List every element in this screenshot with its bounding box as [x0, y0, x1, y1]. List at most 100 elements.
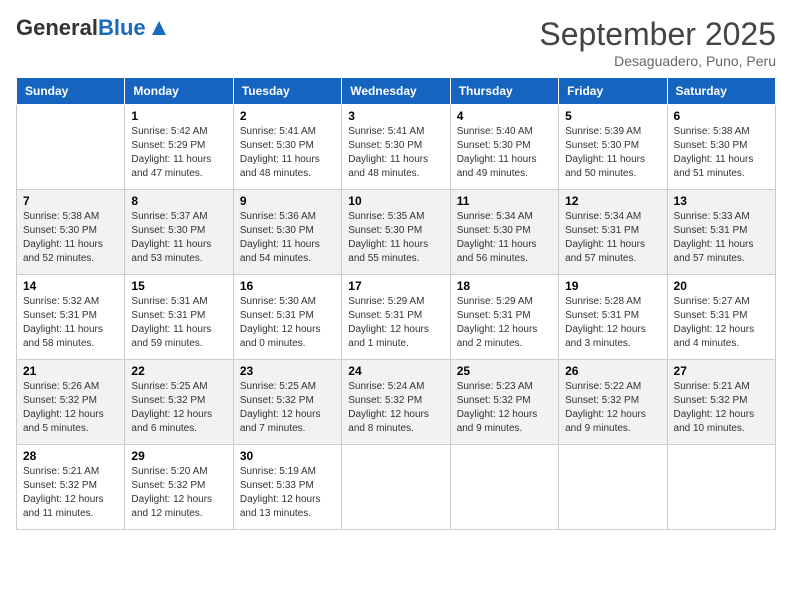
day-number: 10 [348, 194, 443, 208]
calendar-cell: 13 Sunrise: 5:33 AM Sunset: 5:31 PM Dayli… [667, 190, 775, 275]
day-info: Sunrise: 5:34 AM Sunset: 5:30 PM Dayligh… [457, 210, 552, 266]
location: Desaguadero, Puno, Peru [539, 53, 776, 69]
calendar-cell: 9 Sunrise: 5:36 AM Sunset: 5:30 PM Daylig… [233, 190, 341, 275]
day-number: 18 [457, 279, 552, 293]
day-number: 27 [674, 364, 769, 378]
day-number: 13 [674, 194, 769, 208]
calendar-cell [559, 445, 667, 530]
calendar-week-row: 14 Sunrise: 5:32 AM Sunset: 5:31 PM Dayli… [17, 275, 776, 360]
calendar-cell: 26Sunrise: 5:22 AM Sunset: 5:32 PM Dayli… [559, 360, 667, 445]
logo-icon [148, 17, 170, 39]
day-info: Sunrise: 5:35 AM Sunset: 5:30 PM Dayligh… [348, 210, 443, 266]
calendar-cell: 14 Sunrise: 5:32 AM Sunset: 5:31 PM Dayli… [17, 275, 125, 360]
calendar-cell: 29 Sunrise: 5:20 AM Sunset: 5:32 PM Dayli… [125, 445, 233, 530]
calendar-cell: 19 Sunrise: 5:28 AM Sunset: 5:31 PM Dayli… [559, 275, 667, 360]
calendar-cell: 24 Sunrise: 5:24 AM Sunset: 5:32 PM Dayli… [342, 360, 450, 445]
calendar-cell: 25 Sunrise: 5:23 AM Sunset: 5:32 PM Dayli… [450, 360, 558, 445]
day-number: 20 [674, 279, 769, 293]
calendar-cell: 17 Sunrise: 5:29 AM Sunset: 5:31 PM Dayli… [342, 275, 450, 360]
calendar-cell: 1 Sunrise: 5:42 AM Sunset: 5:29 PM Daylig… [125, 105, 233, 190]
calendar-cell: 7 Sunrise: 5:38 AM Sunset: 5:30 PM Daylig… [17, 190, 125, 275]
calendar-week-row: 21 Sunrise: 5:26 AM Sunset: 5:32 PM Dayli… [17, 360, 776, 445]
month-title: September 2025 [539, 16, 776, 53]
day-info: Sunrise: 5:31 AM Sunset: 5:31 PM Dayligh… [131, 295, 226, 351]
day-info: Sunrise: 5:42 AM Sunset: 5:29 PM Dayligh… [131, 125, 226, 181]
day-info: Sunrise: 5:34 AM Sunset: 5:31 PM Dayligh… [565, 210, 660, 266]
calendar-cell: 8 Sunrise: 5:37 AM Sunset: 5:30 PM Daylig… [125, 190, 233, 275]
day-number: 15 [131, 279, 226, 293]
title-block: September 2025 Desaguadero, Puno, Peru [539, 16, 776, 69]
calendar-cell: 20 Sunrise: 5:27 AM Sunset: 5:31 PM Dayli… [667, 275, 775, 360]
calendar-cell: 2Sunrise: 5:41 AM Sunset: 5:30 PM Daylig… [233, 105, 341, 190]
calendar-cell: 4Sunrise: 5:40 AM Sunset: 5:30 PM Daylig… [450, 105, 558, 190]
day-info: Sunrise: 5:23 AM Sunset: 5:32 PM Dayligh… [457, 380, 552, 436]
calendar-cell: 22Sunrise: 5:25 AM Sunset: 5:32 PM Dayli… [125, 360, 233, 445]
calendar-table: SundayMondayTuesdayWednesdayThursdayFrid… [16, 77, 776, 530]
weekday-header-row: SundayMondayTuesdayWednesdayThursdayFrid… [17, 78, 776, 105]
day-info: Sunrise: 5:38 AM Sunset: 5:30 PM Dayligh… [23, 210, 118, 266]
day-number: 21 [23, 364, 118, 378]
day-number: 29 [131, 449, 226, 463]
calendar-cell [667, 445, 775, 530]
day-info: Sunrise: 5:39 AM Sunset: 5:30 PM Dayligh… [565, 125, 660, 181]
weekday-header: Wednesday [342, 78, 450, 105]
day-number: 9 [240, 194, 335, 208]
day-info: Sunrise: 5:29 AM Sunset: 5:31 PM Dayligh… [457, 295, 552, 351]
calendar-cell: 11 Sunrise: 5:34 AM Sunset: 5:30 PM Dayli… [450, 190, 558, 275]
day-info: Sunrise: 5:21 AM Sunset: 5:32 PM Dayligh… [23, 465, 118, 521]
day-info: Sunrise: 5:20 AM Sunset: 5:32 PM Dayligh… [131, 465, 226, 521]
page-header: GeneralBlue September 2025 Desaguadero, … [16, 16, 776, 69]
calendar-cell [342, 445, 450, 530]
day-info: Sunrise: 5:21 AM Sunset: 5:32 PM Dayligh… [674, 380, 769, 436]
day-number: 11 [457, 194, 552, 208]
day-number: 5 [565, 109, 660, 123]
calendar-cell: 10 Sunrise: 5:35 AM Sunset: 5:30 PM Dayli… [342, 190, 450, 275]
calendar-cell: 23 Sunrise: 5:25 AM Sunset: 5:32 PM Dayli… [233, 360, 341, 445]
day-info: Sunrise: 5:25 AM Sunset: 5:32 PM Dayligh… [240, 380, 335, 436]
day-info: Sunrise: 5:19 AM Sunset: 5:33 PM Dayligh… [240, 465, 335, 521]
day-number: 30 [240, 449, 335, 463]
calendar-cell: 6Sunrise: 5:38 AM Sunset: 5:30 PM Daylig… [667, 105, 775, 190]
day-number: 16 [240, 279, 335, 293]
day-number: 14 [23, 279, 118, 293]
day-info: Sunrise: 5:32 AM Sunset: 5:31 PM Dayligh… [23, 295, 118, 351]
day-info: Sunrise: 5:33 AM Sunset: 5:31 PM Dayligh… [674, 210, 769, 266]
day-number: 24 [348, 364, 443, 378]
calendar-cell: 16 Sunrise: 5:30 AM Sunset: 5:31 PM Dayli… [233, 275, 341, 360]
calendar-cell: 3Sunrise: 5:41 AM Sunset: 5:30 PM Daylig… [342, 105, 450, 190]
day-number: 8 [131, 194, 226, 208]
day-number: 25 [457, 364, 552, 378]
logo: GeneralBlue [16, 16, 170, 40]
day-number: 17 [348, 279, 443, 293]
calendar-week-row: 7 Sunrise: 5:38 AM Sunset: 5:30 PM Daylig… [17, 190, 776, 275]
weekday-header: Thursday [450, 78, 558, 105]
calendar-cell: 30 Sunrise: 5:19 AM Sunset: 5:33 PM Dayli… [233, 445, 341, 530]
day-info: Sunrise: 5:24 AM Sunset: 5:32 PM Dayligh… [348, 380, 443, 436]
weekday-header: Saturday [667, 78, 775, 105]
day-number: 19 [565, 279, 660, 293]
day-number: 23 [240, 364, 335, 378]
weekday-header: Monday [125, 78, 233, 105]
weekday-header: Sunday [17, 78, 125, 105]
calendar-week-row: 1 Sunrise: 5:42 AM Sunset: 5:29 PM Daylig… [17, 105, 776, 190]
calendar-week-row: 28Sunrise: 5:21 AM Sunset: 5:32 PM Dayli… [17, 445, 776, 530]
calendar-cell: 18 Sunrise: 5:29 AM Sunset: 5:31 PM Dayli… [450, 275, 558, 360]
day-info: Sunrise: 5:36 AM Sunset: 5:30 PM Dayligh… [240, 210, 335, 266]
calendar-cell [17, 105, 125, 190]
day-info: Sunrise: 5:29 AM Sunset: 5:31 PM Dayligh… [348, 295, 443, 351]
day-number: 7 [23, 194, 118, 208]
day-info: Sunrise: 5:37 AM Sunset: 5:30 PM Dayligh… [131, 210, 226, 266]
day-info: Sunrise: 5:27 AM Sunset: 5:31 PM Dayligh… [674, 295, 769, 351]
logo-general: GeneralBlue [16, 16, 146, 40]
weekday-header: Friday [559, 78, 667, 105]
day-info: Sunrise: 5:28 AM Sunset: 5:31 PM Dayligh… [565, 295, 660, 351]
day-info: Sunrise: 5:30 AM Sunset: 5:31 PM Dayligh… [240, 295, 335, 351]
day-info: Sunrise: 5:38 AM Sunset: 5:30 PM Dayligh… [674, 125, 769, 181]
weekday-header: Tuesday [233, 78, 341, 105]
day-number: 26 [565, 364, 660, 378]
day-number: 1 [131, 109, 226, 123]
calendar-cell: 12Sunrise: 5:34 AM Sunset: 5:31 PM Dayli… [559, 190, 667, 275]
day-info: Sunrise: 5:26 AM Sunset: 5:32 PM Dayligh… [23, 380, 118, 436]
calendar-cell: 15 Sunrise: 5:31 AM Sunset: 5:31 PM Dayli… [125, 275, 233, 360]
calendar-cell: 28Sunrise: 5:21 AM Sunset: 5:32 PM Dayli… [17, 445, 125, 530]
